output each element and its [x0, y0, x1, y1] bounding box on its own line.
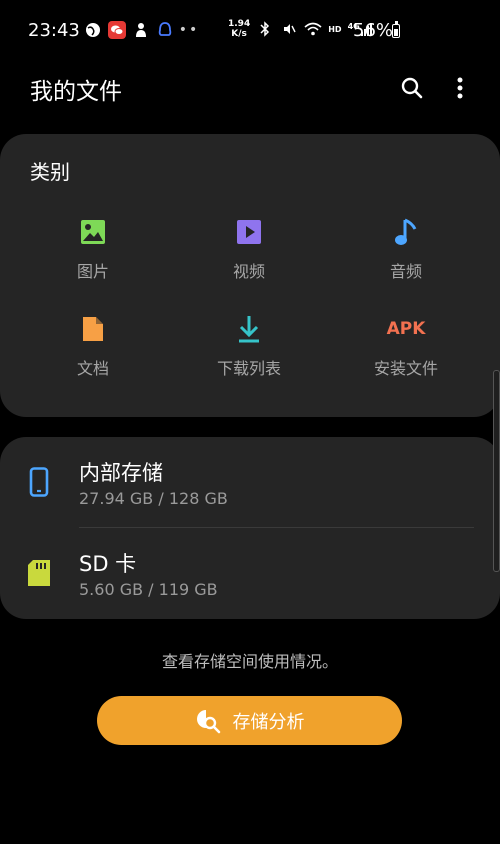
apk-icon-text: APK: [386, 319, 426, 339]
storage-card: 内部存储 27.94 GB / 128 GB SD 卡 5.60 GB / 11…: [0, 437, 500, 619]
categories-card: 类别 图片 视频 音频 文档 下载列表 APK 安装文件: [0, 134, 500, 417]
category-installation-files[interactable]: APK 安装文件: [336, 311, 476, 379]
net-speed-value: 1.94: [228, 19, 251, 29]
category-label: 图片: [76, 262, 109, 281]
sd-card-icon: [24, 558, 54, 588]
category-videos[interactable]: 视频: [179, 214, 319, 282]
category-label: 安装文件: [373, 359, 438, 378]
category-documents[interactable]: 文档: [23, 311, 163, 379]
qq-icon: [156, 21, 174, 39]
category-label: 视频: [232, 262, 265, 281]
app-notification-icon: [132, 21, 150, 39]
category-label: 下载列表: [216, 359, 281, 378]
storage-name: 内部存储: [79, 461, 163, 485]
storage-analysis-label: 存储分析: [232, 711, 305, 733]
category-label: 音频: [389, 262, 422, 281]
bluetooth-icon: [256, 20, 274, 38]
storage-name: SD 卡: [79, 552, 137, 576]
wechat-icon: [108, 21, 126, 39]
storage-usage: 27.94 GB / 128 GB: [79, 489, 228, 508]
search-icon: [401, 77, 423, 99]
search-button[interactable]: [392, 68, 432, 108]
storage-sd-card[interactable]: SD 卡 5.60 GB / 119 GB: [0, 528, 500, 618]
image-icon: [23, 214, 163, 250]
net-speed: 1.94 K/s: [228, 19, 250, 39]
more-vertical-icon: [457, 77, 463, 99]
storage-analysis-icon: [196, 709, 220, 733]
storage-hint-text: 查看存储空间使用情况。: [161, 652, 338, 671]
video-icon: [179, 214, 319, 250]
mute-icon: [280, 20, 298, 38]
wifi-icon: [304, 20, 322, 38]
battery-percent: 56%: [353, 20, 394, 41]
music-icon: [336, 214, 476, 250]
globe-icon: [84, 21, 102, 39]
document-icon: [23, 311, 163, 347]
category-audio[interactable]: 音频: [336, 214, 476, 282]
page-title: 我的文件: [30, 79, 122, 105]
status-indicators: 1.94 K/s HD 4G: [228, 19, 373, 39]
more-options-button[interactable]: [440, 68, 480, 108]
status-bar: 23:43 •• 1.94 K/s HD 4G 56%: [0, 0, 500, 64]
battery-icon: [392, 21, 400, 38]
download-icon: [179, 311, 319, 347]
storage-internal[interactable]: 内部存储 27.94 GB / 128 GB: [0, 437, 500, 528]
net-speed-unit: K/s: [231, 29, 247, 39]
category-label: 文档: [76, 359, 109, 378]
storage-analysis-button[interactable]: 存储分析: [97, 696, 402, 745]
more-notifications-icon: ••: [178, 22, 200, 38]
apk-icon: APK: [336, 311, 476, 347]
hd-label: HD: [328, 24, 342, 34]
status-time: 23:43: [28, 20, 80, 41]
phone-icon: [24, 467, 54, 497]
categories-heading: 类别: [30, 160, 70, 184]
edge-panel-handle[interactable]: [493, 370, 500, 572]
notification-icons: ••: [84, 21, 198, 39]
storage-usage: 5.60 GB / 119 GB: [79, 580, 218, 599]
category-images[interactable]: 图片: [23, 214, 163, 282]
category-downloads[interactable]: 下载列表: [179, 311, 319, 379]
